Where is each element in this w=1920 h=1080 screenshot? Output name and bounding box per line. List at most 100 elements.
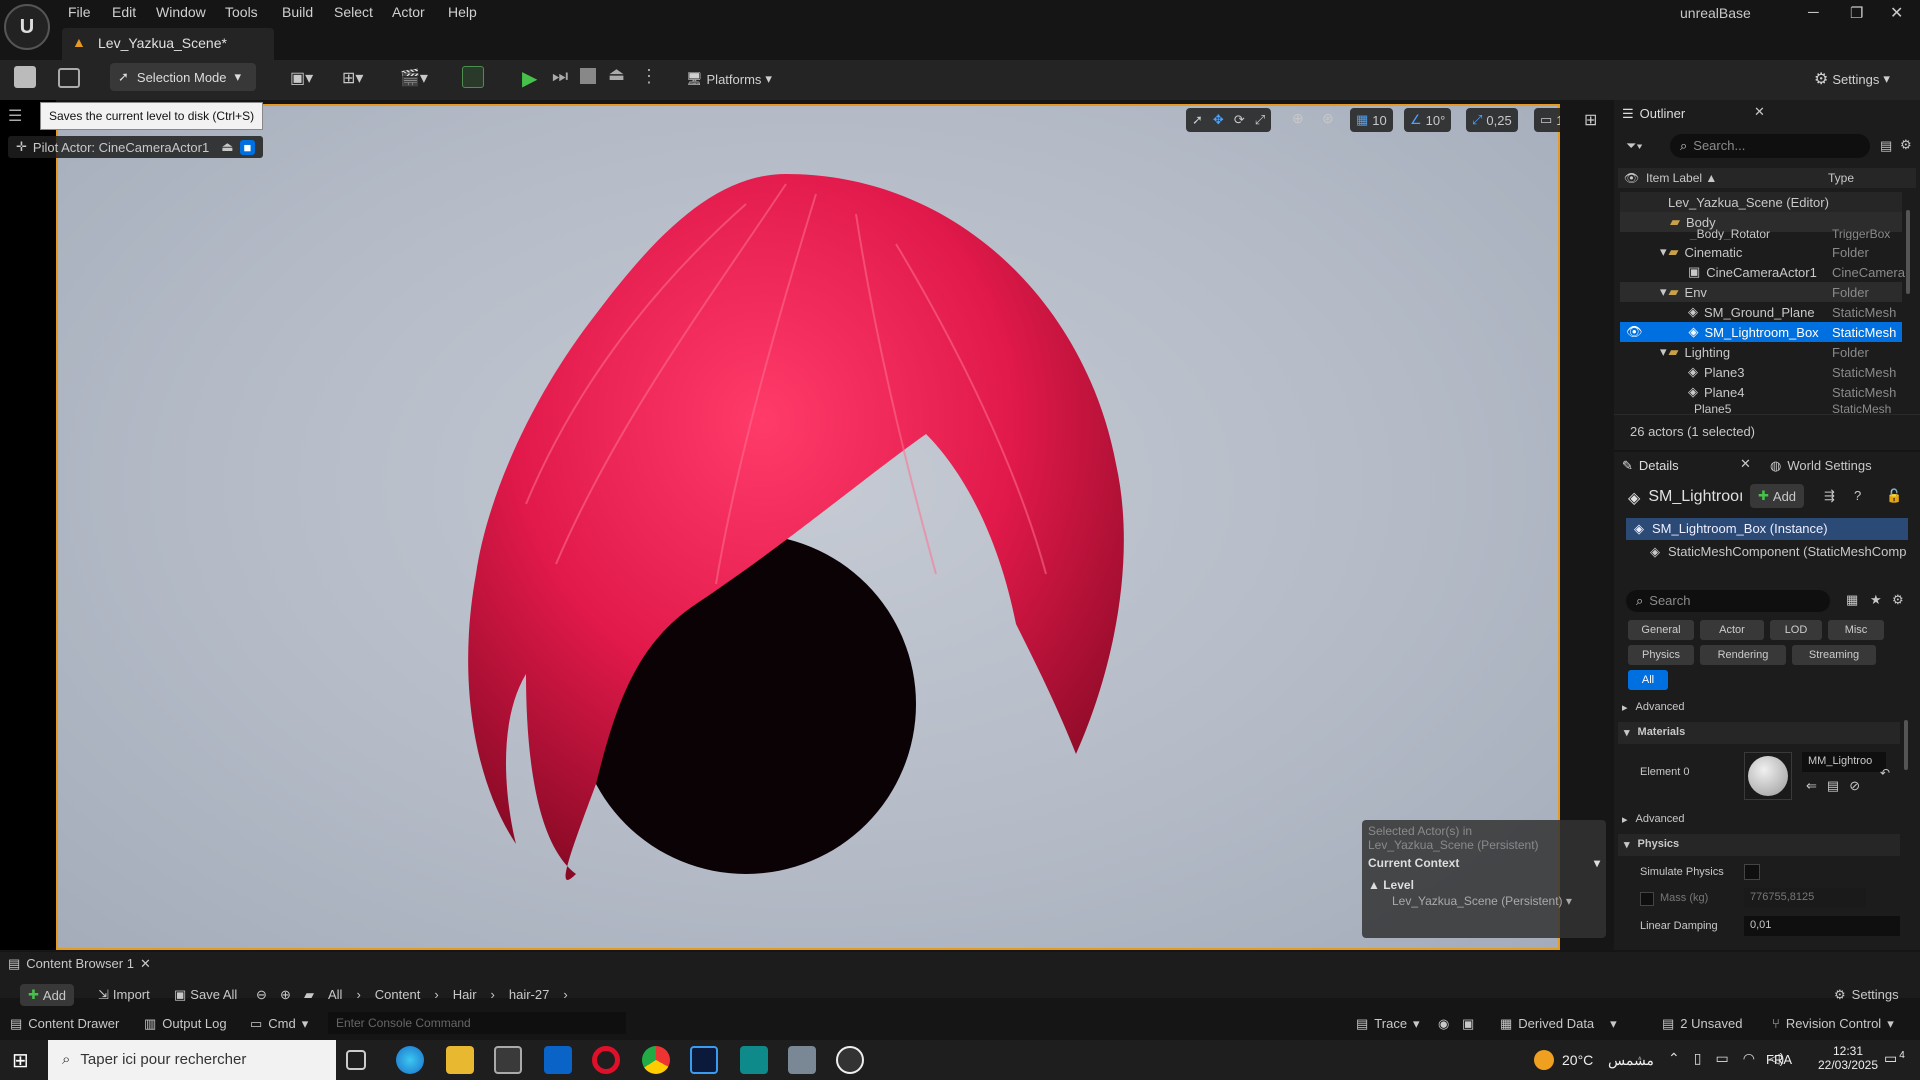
list-item[interactable]: ◈ Plane4 StaticMesh [1620, 382, 1902, 402]
list-item[interactable]: ▾ ▰ Cinematic Folder [1620, 242, 1902, 262]
blueprint-convert-icon[interactable]: ⇶ [1824, 488, 1835, 504]
back-icon[interactable]: ⊖ [256, 987, 267, 1003]
linear-damping-field[interactable]: 0,01 [1744, 916, 1900, 936]
scale-tool-icon[interactable]: ⤢ [1255, 112, 1265, 128]
weather-temp[interactable]: 20°C [1562, 1052, 1593, 1068]
clear-icon[interactable]: ⊘ [1849, 778, 1860, 794]
outliner-search-input[interactable]: ⌕ Search... [1670, 134, 1870, 158]
viewport-menu-icon[interactable]: ☰ [8, 106, 22, 126]
breadcrumb-hair-27[interactable]: hair-27 [509, 987, 549, 1002]
import-button[interactable]: ⇲ Import [98, 987, 150, 1003]
material-dropdown[interactable]: MM_Lightroo [1802, 752, 1886, 772]
details-tab[interactable]: ✎ Details [1622, 458, 1679, 474]
world-space-icon[interactable]: ⊕ [1292, 110, 1304, 127]
eject-icon[interactable]: ⏏ [608, 64, 625, 85]
simulate-physics-checkbox[interactable] [1744, 864, 1760, 880]
minimize-icon[interactable]: ─ [1808, 4, 1819, 21]
add-component-button[interactable]: ✚ Add [1750, 484, 1805, 508]
advanced-section-2[interactable]: ▸ Advanced [1622, 810, 1900, 828]
browse-folder-icon[interactable]: ▤ [1827, 778, 1839, 794]
filter-actor[interactable]: Actor [1700, 620, 1764, 640]
breadcrumb-hair[interactable]: Hair [453, 987, 477, 1002]
camera-lock-icon[interactable]: ■ [239, 139, 256, 155]
material-thumbnail[interactable] [1744, 752, 1792, 800]
cmd-dropdown[interactable]: ▭ Cmd ▾ [250, 1016, 308, 1032]
wifi-icon[interactable]: ◠ [1743, 1050, 1755, 1067]
viewport-layout-icon[interactable]: ⊞ [1584, 110, 1597, 130]
restore-icon[interactable]: ❐ [1850, 4, 1863, 22]
list-item[interactable]: ◈ SM_Ground_Plane StaticMesh [1620, 302, 1902, 322]
physics-section[interactable]: ▾ Physics [1618, 834, 1900, 856]
advanced-section-1[interactable]: ▸ Advanced [1622, 698, 1900, 716]
cinematics-icon[interactable]: 🎬▾ [400, 68, 428, 88]
gear-icon[interactable]: ⚙ [1892, 592, 1904, 608]
close-window-icon[interactable]: ✕ [1890, 3, 1903, 23]
table-view-icon[interactable]: ▦ [1846, 592, 1858, 608]
add-actor-icon[interactable]: ▣▾ [290, 68, 313, 88]
device-icon[interactable]: ▯ [1694, 1050, 1702, 1067]
menu-actor[interactable]: Actor [392, 4, 425, 20]
blueprint-icon[interactable]: ⊞▾ [342, 68, 363, 88]
menu-select[interactable]: Select [334, 4, 373, 20]
notifications-button[interactable]: ▭ 4 [1884, 1050, 1905, 1067]
outliner-tab[interactable]: ☰ Outliner [1622, 106, 1685, 122]
level-value-dropdown[interactable]: Lev_Yazkua_Scene (Persistent) ▾ [1392, 894, 1600, 908]
breadcrumb-all[interactable]: All [328, 987, 342, 1002]
more-options-icon[interactable]: ⋮ [640, 66, 658, 87]
content-drawer-button[interactable]: ▤ Content Drawer [10, 1016, 119, 1032]
filter-lod[interactable]: LOD [1770, 620, 1822, 640]
list-item[interactable]: ▾ ▰ Env Folder [1620, 282, 1902, 302]
save-all-button[interactable]: ▣ Save All [174, 987, 237, 1003]
battery-icon[interactable]: ▭ [1715, 1050, 1728, 1067]
list-item[interactable]: ▾ ▰ Lighting Folder [1620, 342, 1902, 362]
selection-mode-dropdown[interactable]: ➚ Selection Mode ▾ [110, 63, 256, 91]
add-button[interactable]: ✚ Add [20, 984, 75, 1006]
scale-snap-toggle[interactable]: ⤢ 0,25 [1466, 108, 1518, 132]
file-explorer-icon[interactable] [446, 1046, 474, 1074]
mass-override-checkbox[interactable] [1640, 892, 1654, 906]
filter-misc[interactable]: Misc [1828, 620, 1884, 640]
use-selected-icon[interactable]: ⇐ [1806, 778, 1817, 794]
browse-icon[interactable] [58, 68, 80, 88]
content-browser-tab[interactable]: ▤ Content Browser 1 ✕ [8, 956, 151, 972]
list-item[interactable]: ▣ CineCameraActor1 CineCamera [1620, 262, 1905, 282]
close-icon[interactable]: ✕ [140, 956, 151, 972]
col-item-label[interactable]: Item Label ▲ [1646, 171, 1717, 185]
select-tool-icon[interactable]: ➚ [1192, 112, 1203, 128]
derived-data-dropdown[interactable]: ▦ Derived Data ▾ [1500, 1016, 1617, 1032]
outliner-scrollbar[interactable] [1906, 210, 1910, 294]
chrome-icon[interactable] [642, 1046, 670, 1074]
breadcrumb-content[interactable]: Content [375, 987, 421, 1002]
rotation-snap-toggle[interactable]: ∠ 10° [1404, 108, 1452, 132]
filter-general[interactable]: General [1628, 620, 1694, 640]
menu-help[interactable]: Help [448, 4, 477, 20]
windows-start-icon[interactable]: ⊞ [12, 1048, 29, 1073]
menu-tools[interactable]: Tools [225, 4, 258, 20]
materials-section[interactable]: ▾ Materials [1618, 722, 1900, 744]
current-context-row[interactable]: Current Context ▾ [1368, 856, 1600, 870]
content-settings-button[interactable]: ⚙ Settings [1834, 987, 1899, 1003]
language-indicator[interactable]: FRA [1766, 1052, 1792, 1067]
store-icon[interactable] [494, 1046, 522, 1074]
maya-icon[interactable] [740, 1046, 768, 1074]
menu-window[interactable]: Window [156, 4, 206, 20]
col-type[interactable]: Type [1828, 171, 1854, 185]
list-item[interactable]: ◈ Plane3 StaticMesh [1620, 362, 1902, 382]
filter-icon[interactable]: ⏷▾ [1626, 138, 1643, 154]
outlook-icon[interactable] [544, 1046, 572, 1074]
unsaved-button[interactable]: ▤ 2 Unsaved [1662, 1016, 1742, 1032]
menu-edit[interactable]: Edit [112, 4, 136, 20]
stop-icon[interactable] [580, 68, 596, 84]
component-instance-row[interactable]: ◈ SM_Lightroom_Box (Instance) [1626, 518, 1908, 540]
star-icon[interactable]: ★ [1870, 592, 1882, 608]
details-search-input[interactable]: ⌕ Search [1626, 590, 1830, 612]
grid-snap-toggle[interactable]: ▦ 10 [1350, 108, 1393, 132]
unreal-logo-icon[interactable]: U [4, 4, 50, 50]
play-icon[interactable]: ▶ [522, 66, 537, 91]
unreal-taskbar-icon[interactable] [836, 1046, 864, 1074]
mass-field[interactable]: 776755,8125 [1744, 888, 1866, 908]
lock-icon[interactable]: 🔓 [1886, 488, 1902, 504]
filter-all[interactable]: All [1628, 670, 1668, 690]
gear-icon[interactable]: ⚙ [1900, 137, 1912, 153]
trace-dropdown[interactable]: ▤ Trace ▾ [1356, 1016, 1420, 1032]
